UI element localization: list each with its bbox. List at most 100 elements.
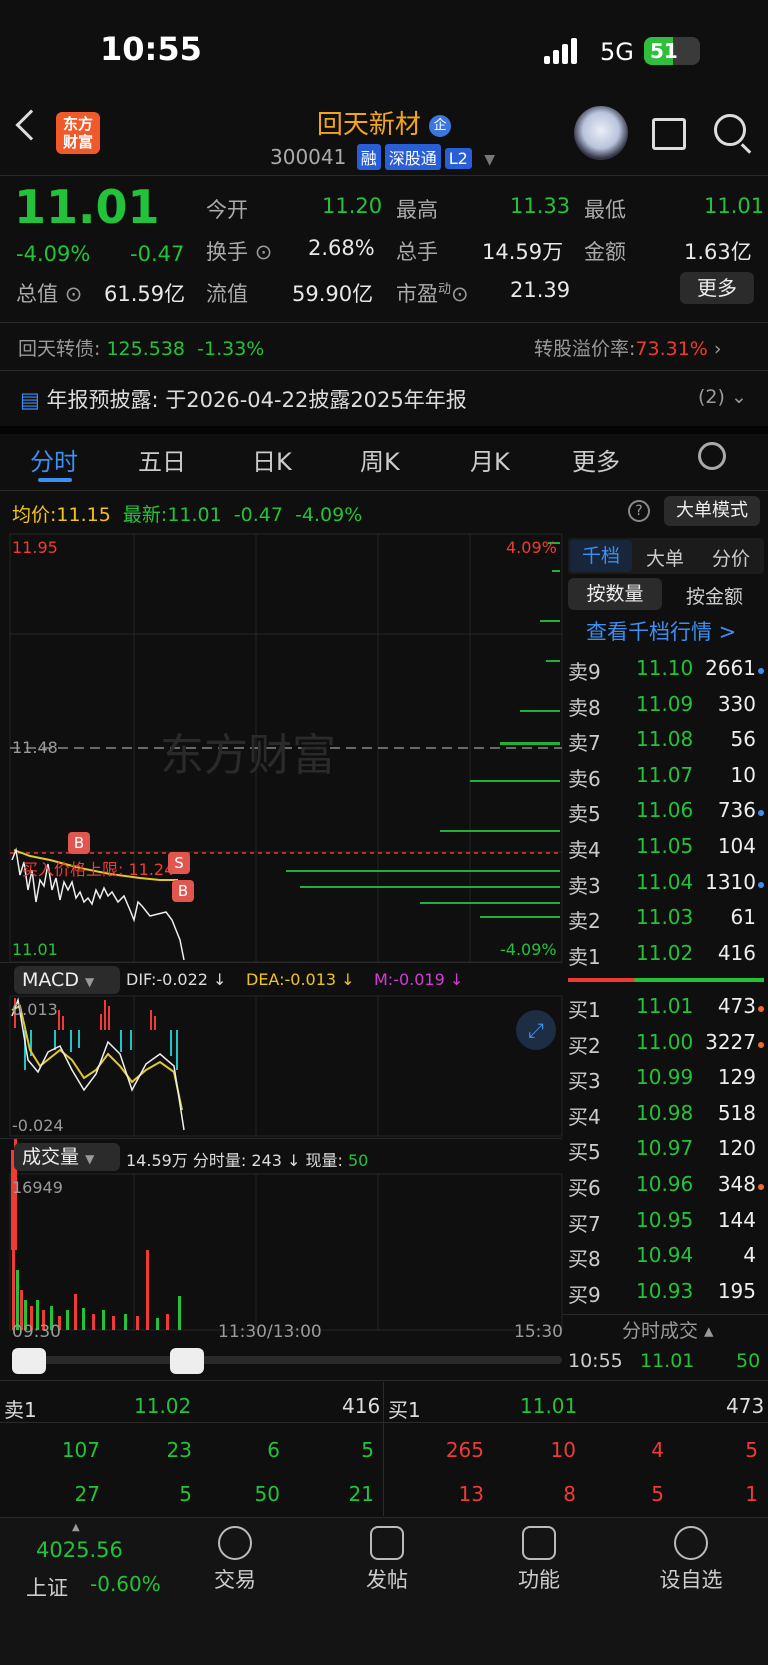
buy-marker-2[interactable]: B [172,880,194,902]
tab-big-order[interactable]: 大单 [646,544,684,571]
bid-row[interactable]: 买5 10.97 120 [568,1136,764,1170]
big-order-mode-button[interactable]: 大单模式 [664,496,760,526]
index-label[interactable]: 上证 [26,1572,68,1602]
bid-row[interactable]: 买3 10.99 129 [568,1065,764,1099]
queue-sell-order: 107 [61,1438,100,1462]
tab-daily-k[interactable]: 日K [252,442,292,477]
ask-row[interactable]: 卖9 11.10 2661 [568,656,764,690]
queue-buy-vol: 473 [726,1394,765,1418]
level-volume: 4 [743,1243,756,1268]
ask-row[interactable]: 卖1 11.02 416 [568,941,764,975]
nav-trade[interactable]: 交易 [180,1520,290,1594]
bid-row[interactable]: 买7 10.95 144 [568,1208,764,1242]
macd-selector[interactable]: MACD ▼ [14,966,120,994]
level-label: 卖6 [568,766,601,791]
search-icon[interactable] [714,114,746,146]
index-value[interactable]: 4025.56 [36,1538,123,1562]
ask-row[interactable]: 卖8 11.09 330 [568,692,764,726]
level-label: 买2 [568,1033,601,1058]
level-label: 卖1 [568,944,601,969]
time-start: 09:30 [12,1322,61,1342]
big-order-dot [758,881,764,888]
high-label: 最高 [396,198,438,222]
level-volume: 2661 [705,656,756,680]
range-track[interactable] [12,1356,562,1364]
high-value: 11.33 [510,194,571,218]
document-icon: ▤ [20,388,40,412]
open-value: 11.20 [322,194,383,218]
by-amount-button[interactable]: 按金额 [686,582,743,609]
intraday-chart[interactable]: 东方财富 [0,530,568,1380]
big-order-dot [758,810,764,817]
assistant-avatar[interactable] [574,106,628,160]
ask-row[interactable]: 卖5 11.06 736 [568,798,764,832]
tab-intraday[interactable]: 分时 [30,442,78,477]
big-order-dot [758,1184,764,1190]
level-label: 买4 [568,1104,601,1129]
index-pct[interactable]: -0.60% [90,1572,161,1596]
range-handle-right[interactable] [170,1348,204,1374]
ask-row[interactable]: 卖4 11.05 104 [568,834,764,868]
bid-row[interactable]: 买4 10.98 518 [568,1101,764,1135]
level-price: 10.96 [636,1172,694,1196]
expand-up-icon[interactable]: ▲ [72,1522,80,1533]
status-bar: 10:55 5G 51 [0,0,768,100]
ask-row[interactable]: 卖6 11.07 10 [568,763,764,797]
ask-row[interactable]: 卖3 11.04 1310 [568,870,764,904]
level-price: 11.03 [636,905,694,930]
level-label: 买7 [568,1211,601,1236]
bid-row[interactable]: 买9 10.93 195 [568,1279,764,1313]
level-price: 10.94 [636,1243,694,1268]
queue-buy-order: 10 [550,1438,576,1462]
volume-selector[interactable]: 成交量 ▼ [14,1143,120,1171]
nav-functions[interactable]: 功能 [484,1520,594,1594]
cap-value: 61.59亿 [104,282,186,306]
tab-monthly-k[interactable]: 月K [470,442,510,477]
queue-buy-order: 13 [458,1482,484,1506]
help-icon[interactable]: ? [628,500,650,522]
bid-row[interactable]: 买6 10.96 348 [568,1172,764,1206]
dea-line [11,1004,183,1111]
stock-code[interactable]: 300041 融深股通 L2 ▼ [270,144,495,170]
chevron-down-icon[interactable]: ▼ [484,152,495,168]
tab-weekly-k[interactable]: 周K [360,442,400,477]
bid-row[interactable]: 买2 11.00 3227 [568,1030,764,1064]
volume-bars [12,1182,181,1330]
notice-count[interactable]: (2) ⌄ [698,386,747,408]
premium-row[interactable]: 转股溢价率:73.31% › [534,334,722,361]
ask-row[interactable]: 卖7 11.08 56 [568,727,764,761]
settings-gear-icon[interactable] [698,442,726,470]
nav-post[interactable]: 发帖 [332,1520,442,1594]
range-handle-left[interactable] [12,1348,46,1374]
trades-title[interactable]: 分时成交 ▴ [622,1316,714,1343]
change-value: -0.47 [130,242,185,266]
y-top-label: 11.95 [12,538,58,557]
trade-vol: 50 [736,1350,761,1372]
ratio-bar [568,978,764,982]
sell-marker[interactable]: S [168,852,190,874]
level-volume: 1310 [705,869,756,894]
ask-row[interactable]: 卖2 11.03 61 [568,905,764,939]
expand-icon[interactable]: ⤢ [516,1010,556,1050]
queue-sell-order: 21 [348,1482,374,1506]
share-icon[interactable] [652,118,686,150]
volume-info: 14.59万 分时量: 243 ↓ 现量: 50 [126,1151,369,1170]
nav-add-watchlist[interactable]: 设自选 [636,1520,746,1594]
buy-marker[interactable]: B [68,832,90,854]
bond-row[interactable]: 回天转债: 125.538 -1.33% [18,334,264,361]
bid-row[interactable]: 买8 10.94 4 [568,1243,764,1277]
bid-row[interactable]: 买1 11.01 473 [568,994,764,1028]
macd-bottom: -0.024 [12,1116,64,1135]
tag-connect: 深股通 [384,144,441,170]
tab-more[interactable]: 更多 [572,442,620,477]
notice-row[interactable]: ▤ 年报预披露: 于2026-04-22披露2025年年报 [20,384,467,414]
low-value: 11.01 [704,194,765,218]
tab-5day[interactable]: 五日 [138,442,186,477]
level-volume: 473 [717,994,756,1018]
tab-price-split[interactable]: 分价 [712,544,750,571]
by-quantity-button[interactable]: 按数量 [568,578,662,610]
tab-1000-level[interactable]: 千档 [570,540,632,572]
more-button[interactable]: 更多 [680,272,754,304]
y-mid-label: 11.48 [12,738,58,757]
view-1000-link[interactable]: 查看千档行情 > [586,616,736,646]
